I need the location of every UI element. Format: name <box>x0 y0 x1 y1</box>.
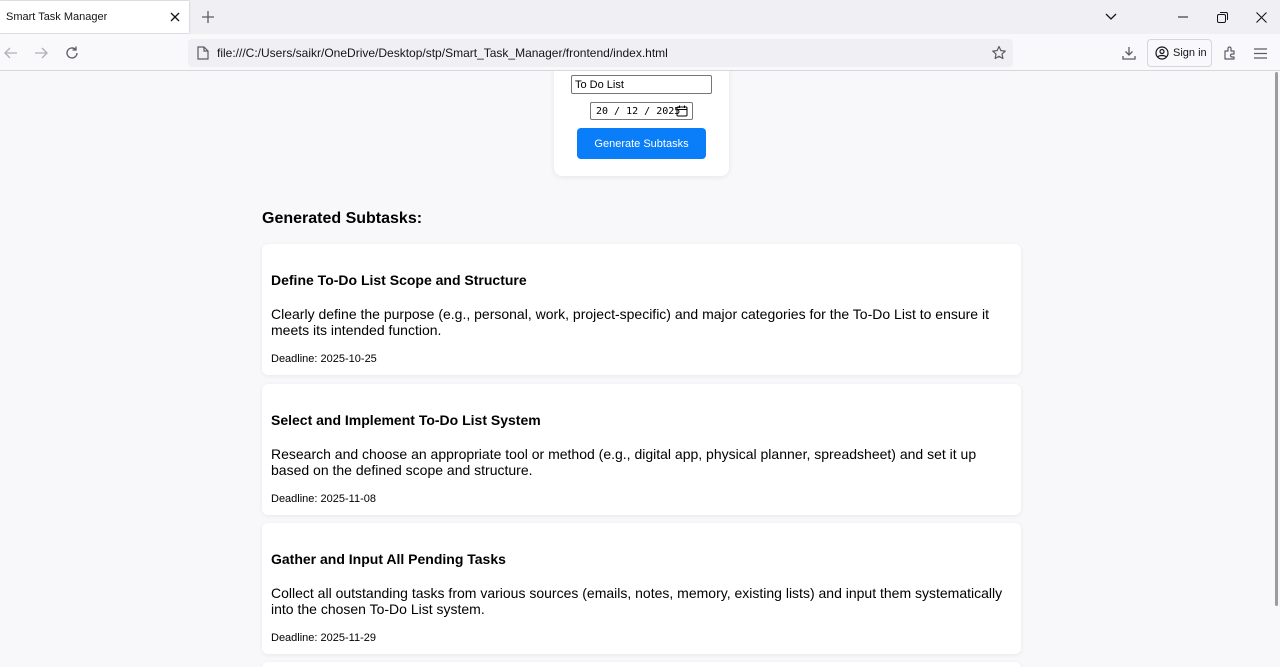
sign-in-label: Sign in <box>1173 47 1207 59</box>
close-tab-icon[interactable] <box>167 9 183 25</box>
tab-title: Smart Task Manager <box>6 11 108 23</box>
menu-icon[interactable] <box>1250 43 1270 63</box>
subtask-deadline: Deadline: 2025-10-25 <box>271 353 377 365</box>
close-window-icon[interactable] <box>1252 8 1270 26</box>
subtask-title: Select and Implement To-Do List System <box>271 412 541 428</box>
subtask-card: Define To-Do List Scope and Structure Cl… <box>262 244 1021 375</box>
subtask-deadline: Deadline: 2025-11-29 <box>271 632 376 644</box>
page-icon <box>197 46 209 60</box>
account-icon <box>1155 46 1169 60</box>
task-form-card: 20 / 12 / 2025 Generate Subtasks <box>554 71 729 176</box>
subtask-description: Collect all outstanding tasks from vario… <box>271 585 1003 617</box>
subtasks-heading: Generated Subtasks: <box>262 210 423 227</box>
browser-tab[interactable]: Smart Task Manager <box>0 1 189 33</box>
deadline-date-input[interactable]: 20 / 12 / 2025 <box>590 102 693 120</box>
generate-subtasks-button[interactable]: Generate Subtasks <box>577 128 706 159</box>
subtask-description: Research and choose an appropriate tool … <box>271 446 977 478</box>
sign-in-button[interactable]: Sign in <box>1147 39 1212 67</box>
subtask-card: Select and Implement To-Do List System R… <box>262 384 1021 515</box>
restore-icon[interactable] <box>1213 8 1231 26</box>
navigation-bar: file:///C:/Users/saikr/OneDrive/Desktop/… <box>0 34 1280 71</box>
bookmark-star-icon[interactable] <box>991 45 1007 61</box>
subtask-title: Define To-Do List Scope and Structure <box>271 272 527 288</box>
url-bar[interactable]: file:///C:/Users/saikr/OneDrive/Desktop/… <box>188 39 1013 67</box>
new-tab-icon[interactable] <box>199 8 217 26</box>
back-icon[interactable] <box>1 43 21 63</box>
minimize-icon[interactable] <box>1174 8 1192 26</box>
task-name-input[interactable] <box>571 75 712 94</box>
downloads-icon[interactable] <box>1119 43 1139 63</box>
url-text: file:///C:/Users/saikr/OneDrive/Desktop/… <box>217 46 668 60</box>
reload-icon[interactable] <box>62 43 82 63</box>
tab-bar: Smart Task Manager <box>0 0 1280 34</box>
page-viewport: 20 / 12 / 2025 Generate Subtasks Generat… <box>0 71 1280 667</box>
calendar-icon[interactable] <box>676 105 688 117</box>
extensions-icon[interactable] <box>1220 43 1240 63</box>
subtask-title: Gather and Input All Pending Tasks <box>271 551 506 567</box>
subtask-card-partial <box>262 662 1021 667</box>
tab-list-chevron-icon[interactable] <box>1102 8 1120 26</box>
page-scrollbar[interactable] <box>1275 72 1278 606</box>
subtask-card: Gather and Input All Pending Tasks Colle… <box>262 523 1021 654</box>
subtask-description: Clearly define the purpose (e.g., person… <box>271 306 989 338</box>
forward-icon[interactable] <box>31 43 51 63</box>
subtask-deadline: Deadline: 2025-11-08 <box>271 493 376 505</box>
date-value: 20 / 12 / 2025 <box>596 105 681 117</box>
